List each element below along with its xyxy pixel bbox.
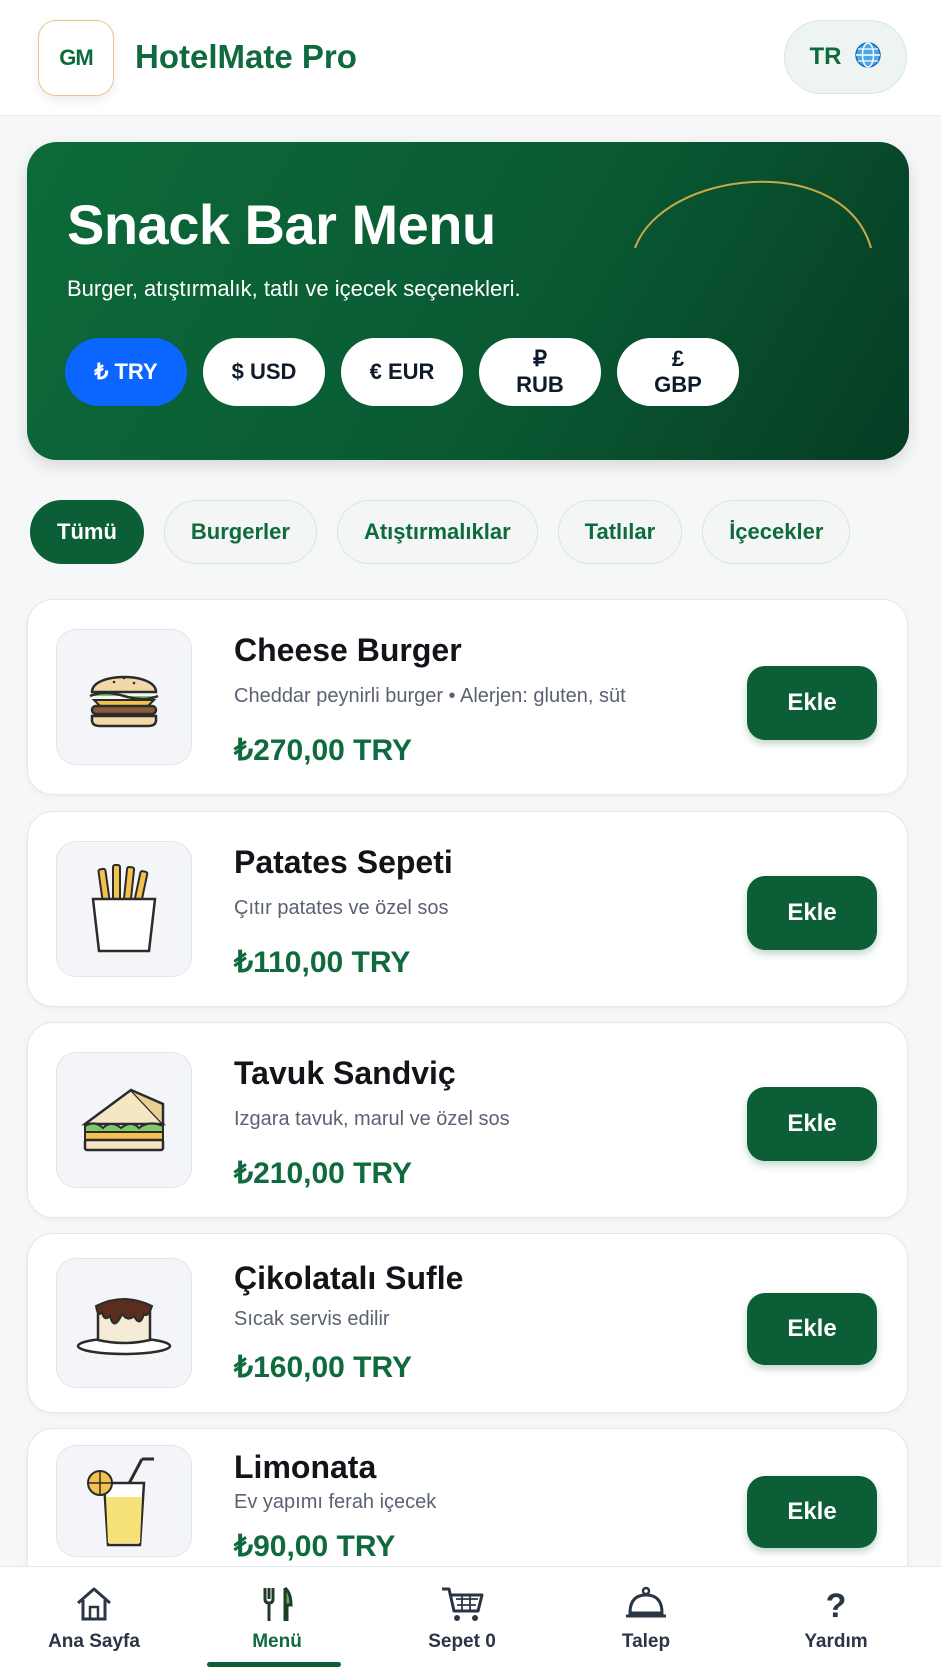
hero-title: Snack Bar Menu <box>67 193 496 256</box>
currency-try-button[interactable]: ₺ TRY <box>65 338 187 406</box>
currency-selector: ₺ TRY $ USD € EUR ₽ RUB £ GBP <box>65 338 739 406</box>
nav-home[interactable]: Ana Sayfa <box>0 1567 188 1672</box>
item-name: Patates Sepeti <box>234 844 453 880</box>
lemonade-icon <box>87 1457 154 1547</box>
nav-request[interactable]: Talep <box>552 1567 740 1672</box>
item-thumbnail <box>56 1445 192 1557</box>
item-name: Tavuk Sandviç <box>234 1055 456 1091</box>
item-description: Cheddar peynirli burger • Alerjen: glute… <box>234 685 626 707</box>
item-price: ₺90,00 TRY <box>234 1530 396 1563</box>
fries-icon <box>91 864 157 953</box>
decorative-arc <box>634 180 872 249</box>
burger-icon <box>89 675 159 728</box>
nav-label: Sepet 0 <box>428 1631 496 1652</box>
currency-usd-button[interactable]: $ USD <box>203 338 325 406</box>
cart-icon <box>442 1587 484 1621</box>
add-to-cart-button[interactable]: Ekle <box>747 876 877 950</box>
category-filter: Tümü Burgerler Atıştırmalıklar Tatlılar … <box>30 500 851 564</box>
item-thumbnail <box>56 629 192 765</box>
app-logo[interactable]: GM <box>38 20 114 96</box>
menu-item: Cheese Burger Cheddar peynirli burger • … <box>27 599 908 795</box>
menu-item: Limonata Ev yapımı ferah içecek ₺90,00 T… <box>27 1428 908 1588</box>
item-thumbnail <box>56 841 192 977</box>
service-bell-icon <box>626 1586 666 1618</box>
language-button[interactable]: TR <box>784 20 907 94</box>
item-thumbnail <box>56 1258 192 1388</box>
menu-item: Patates Sepeti Çıtır patates ve özel sos… <box>27 811 908 1007</box>
nav-cart[interactable]: Sepet 0 <box>368 1567 556 1672</box>
svg-text:?: ? <box>826 1587 847 1623</box>
add-to-cart-button[interactable]: Ekle <box>747 1087 877 1161</box>
add-to-cart-button[interactable]: Ekle <box>747 1476 877 1548</box>
nav-label: Menü <box>252 1631 302 1652</box>
app-title: HotelMate Pro <box>135 38 357 75</box>
item-description: Ev yapımı ferah içecek <box>234 1491 437 1513</box>
item-description: Çıtır patates ve özel sos <box>234 897 449 919</box>
category-chip-drinks[interactable]: İçecekler <box>702 500 851 564</box>
category-chip-burgers[interactable]: Burgerler <box>163 500 317 564</box>
app-header: GM HotelMate Pro TR <box>0 0 941 116</box>
item-name: Cheese Burger <box>234 632 462 668</box>
logo-text: GM <box>59 45 93 70</box>
sandwich-icon <box>81 1088 166 1152</box>
active-tab-indicator <box>207 1662 341 1667</box>
hero-subtitle: Burger, atıştırmalık, tatlı ve içecek se… <box>67 276 521 301</box>
item-description: Izgara tavuk, marul ve özel sos <box>234 1108 510 1130</box>
nav-label: Ana Sayfa <box>48 1631 140 1652</box>
item-name: Çikolatalı Sufle <box>234 1260 464 1296</box>
item-price: ₺110,00 TRY <box>234 946 411 979</box>
item-thumbnail <box>56 1052 192 1188</box>
question-icon: ? <box>826 1587 847 1623</box>
globe-icon <box>854 41 882 74</box>
currency-gbp-button[interactable]: £ GBP <box>617 338 739 406</box>
currency-rub-button[interactable]: ₽ RUB <box>479 338 601 406</box>
nav-menu[interactable]: Menü <box>183 1567 371 1672</box>
category-chip-all[interactable]: Tümü <box>30 500 144 564</box>
item-name: Limonata <box>234 1449 377 1485</box>
menu-item: Tavuk Sandviç Izgara tavuk, marul ve öze… <box>27 1022 908 1218</box>
category-chip-snacks[interactable]: Atıştırmalıklar <box>336 500 538 564</box>
fork-knife-icon <box>263 1586 293 1621</box>
souffle-icon <box>76 1298 172 1356</box>
home-icon <box>77 1587 111 1621</box>
add-to-cart-button[interactable]: Ekle <box>747 1293 877 1365</box>
item-price: ₺160,00 TRY <box>234 1351 413 1384</box>
add-to-cart-button[interactable]: Ekle <box>747 666 877 740</box>
item-price: ₺210,00 TRY <box>234 1157 413 1190</box>
currency-eur-button[interactable]: € EUR <box>341 338 463 406</box>
nav-label: Talep <box>621 1631 671 1652</box>
category-chip-desserts[interactable]: Tatlılar <box>557 500 683 564</box>
bottom-navigation: Ana Sayfa Menü Sepet 0 Talep ? Yardım <box>0 1566 941 1672</box>
item-price: ₺270,00 TRY <box>234 734 413 767</box>
menu-item: Çikolatalı Sufle Sıcak servis edilir ₺16… <box>27 1233 908 1413</box>
nav-label: Yardım <box>804 1631 868 1652</box>
hero-banner: Snack Bar Menu Burger, atıştırmalık, tat… <box>27 142 909 460</box>
item-description: Sıcak servis edilir <box>234 1308 390 1330</box>
language-code: TR <box>809 43 842 70</box>
nav-help[interactable]: ? Yardım <box>742 1567 930 1672</box>
